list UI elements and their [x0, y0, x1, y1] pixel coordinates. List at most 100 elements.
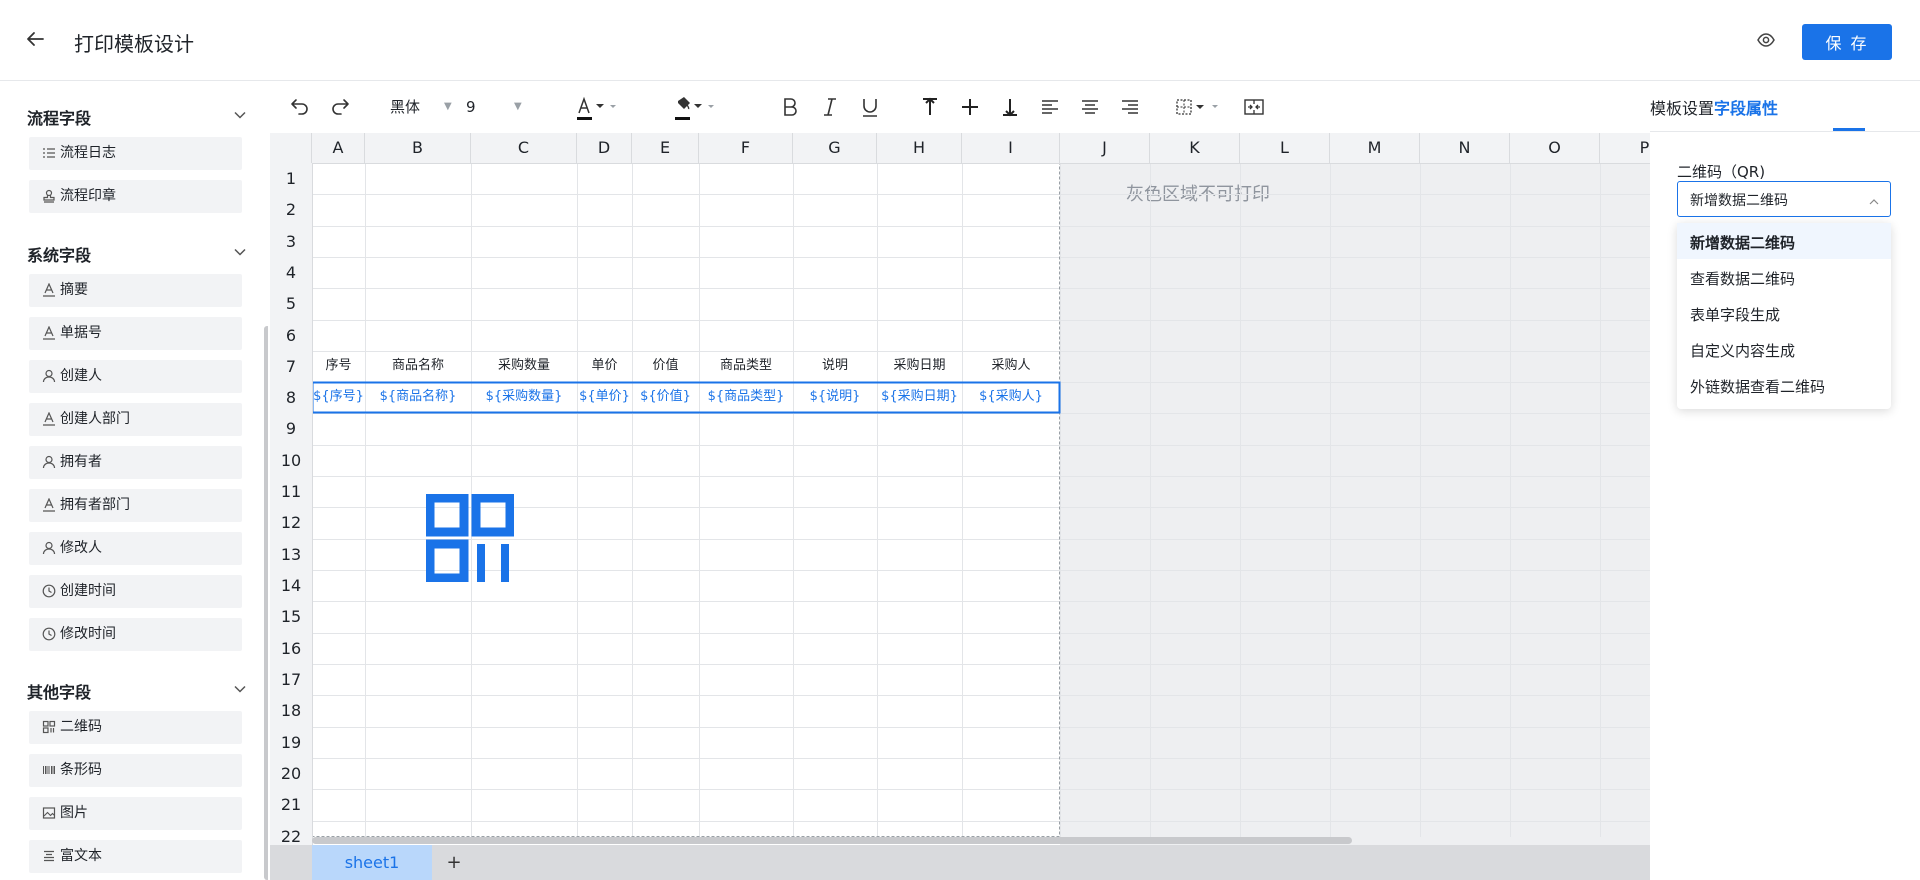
corner-cell[interactable]: [270, 133, 312, 163]
font-size-select[interactable]: 9 ▼: [466, 95, 536, 119]
row-header[interactable]: 9: [270, 413, 312, 445]
qrcode-icon[interactable]: [425, 493, 515, 583]
dropdown-option-custom-content[interactable]: 自定义内容生成: [1677, 331, 1891, 367]
header-cell[interactable]: 价值: [632, 351, 699, 381]
spreadsheet[interactable]: 灰色区域不可打印 A B C D E F G H I J K L M N O P…: [270, 133, 1650, 845]
header-cell[interactable]: 序号: [312, 351, 365, 381]
row-header[interactable]: 2: [270, 194, 312, 226]
field-item-process-log[interactable]: 流程日志: [29, 137, 242, 170]
underline-icon[interactable]: [858, 95, 882, 119]
column-header-o[interactable]: O: [1510, 133, 1600, 163]
redo-icon[interactable]: [328, 95, 352, 119]
back-arrow-icon[interactable]: [24, 28, 50, 54]
row-header[interactable]: 16: [270, 633, 312, 664]
column-header-b[interactable]: B: [365, 133, 471, 163]
row-header[interactable]: 22: [270, 821, 312, 845]
dropdown-option-external-link-qr[interactable]: 外链数据查看二维码: [1677, 367, 1891, 403]
align-right-icon[interactable]: [1118, 95, 1142, 119]
row-header[interactable]: 8: [270, 382, 312, 413]
row-header[interactable]: 13: [270, 539, 312, 570]
row-header[interactable]: 11: [270, 476, 312, 507]
variable-cell[interactable]: ${采购数量}: [471, 382, 577, 412]
variable-cell[interactable]: ${采购人}: [962, 382, 1060, 412]
field-item-creator[interactable]: 创建人: [29, 360, 242, 393]
field-item-doc-number[interactable]: 单据号: [29, 317, 242, 350]
field-item-summary[interactable]: 摘要: [29, 274, 242, 307]
field-item-owner[interactable]: 拥有者: [29, 446, 242, 479]
tab-field-properties[interactable]: 字段属性: [1714, 95, 1778, 119]
header-cell[interactable]: 商品类型: [699, 351, 793, 381]
row-header[interactable]: 20: [270, 758, 312, 789]
sidebar-scrollbar[interactable]: [264, 326, 268, 880]
field-item-modifier[interactable]: 修改人: [29, 532, 242, 565]
horizontal-scrollbar[interactable]: [312, 837, 1352, 844]
column-header-f[interactable]: F: [699, 133, 793, 163]
group-header-other-fields[interactable]: 其他字段: [27, 679, 247, 703]
merge-cells-icon[interactable]: [1242, 95, 1266, 119]
chevron-down-icon[interactable]: [233, 681, 247, 695]
field-item-qrcode[interactable]: 二维码: [29, 711, 242, 744]
column-header-m[interactable]: M: [1330, 133, 1420, 163]
header-cell[interactable]: 单价: [577, 351, 632, 381]
column-header-j[interactable]: J: [1060, 133, 1150, 163]
variable-cell[interactable]: ${说明}: [793, 382, 877, 412]
dropdown-option-new-data-qr[interactable]: 新增数据二维码: [1677, 223, 1891, 259]
qr-type-select[interactable]: 新增数据二维码: [1677, 181, 1891, 217]
row-header[interactable]: 15: [270, 601, 312, 633]
variable-cell[interactable]: ${采购日期}: [877, 382, 962, 412]
align-bottom-icon[interactable]: [998, 95, 1022, 119]
row-header[interactable]: 10: [270, 445, 312, 476]
row-header[interactable]: 3: [270, 226, 312, 257]
italic-icon[interactable]: [818, 95, 842, 119]
header-cell[interactable]: 采购日期: [877, 351, 962, 381]
add-sheet-button[interactable]: +: [442, 845, 466, 880]
field-item-process-stamp[interactable]: 流程印章: [29, 180, 242, 213]
chevron-down-icon[interactable]: [233, 244, 247, 258]
row-header[interactable]: 7: [270, 351, 312, 382]
column-header-p[interactable]: P: [1600, 133, 1650, 163]
field-item-richtext[interactable]: 富文本: [29, 840, 242, 873]
dropdown-option-form-field[interactable]: 表单字段生成: [1677, 295, 1891, 331]
variable-cell[interactable]: ${商品名称}: [365, 382, 471, 412]
column-header-a[interactable]: A: [312, 133, 365, 163]
column-header-c[interactable]: C: [471, 133, 577, 163]
row-header[interactable]: 12: [270, 507, 312, 539]
variable-cell[interactable]: ${单价}: [577, 382, 632, 412]
font-color-icon[interactable]: [574, 95, 622, 120]
header-cell[interactable]: 采购数量: [471, 351, 577, 381]
dropdown-option-view-data-qr[interactable]: 查看数据二维码: [1677, 259, 1891, 295]
group-header-system-fields[interactable]: 系统字段: [27, 242, 247, 266]
header-cell[interactable]: 说明: [793, 351, 877, 381]
row-header[interactable]: 19: [270, 727, 312, 758]
header-cell[interactable]: 商品名称: [365, 351, 471, 381]
save-button[interactable]: 保 存: [1802, 24, 1892, 60]
align-top-icon[interactable]: [918, 95, 942, 119]
row-header[interactable]: 1: [270, 163, 312, 194]
align-center-icon[interactable]: [1078, 95, 1102, 119]
font-family-select[interactable]: 黑体 ▼: [390, 95, 460, 119]
field-item-image[interactable]: 图片: [29, 797, 242, 830]
variable-cell[interactable]: ${商品类型}: [699, 382, 793, 412]
field-item-creator-dept[interactable]: 创建人部门: [29, 403, 242, 436]
field-item-create-time[interactable]: 创建时间: [29, 575, 242, 608]
field-item-barcode[interactable]: 条形码: [29, 754, 242, 787]
chevron-down-icon[interactable]: [233, 107, 247, 121]
fill-color-icon[interactable]: [672, 95, 720, 120]
header-cell[interactable]: 采购人: [962, 351, 1060, 381]
row-header[interactable]: 14: [270, 570, 312, 601]
group-header-process-fields[interactable]: 流程字段: [27, 105, 247, 129]
border-icon[interactable]: [1174, 95, 1230, 119]
row-header[interactable]: 4: [270, 257, 312, 288]
align-left-icon[interactable]: [1038, 95, 1062, 119]
tab-template-settings[interactable]: 模板设置: [1650, 95, 1714, 119]
column-header-i[interactable]: I: [962, 133, 1060, 163]
row-header[interactable]: 17: [270, 664, 312, 695]
row-header[interactable]: 5: [270, 288, 312, 320]
field-item-modify-time[interactable]: 修改时间: [29, 618, 242, 651]
column-header-g[interactable]: G: [793, 133, 877, 163]
row-header[interactable]: 6: [270, 320, 312, 351]
column-header-k[interactable]: K: [1150, 133, 1240, 163]
align-middle-icon[interactable]: [958, 95, 982, 119]
column-header-l[interactable]: L: [1240, 133, 1330, 163]
sheet-tab-sheet1[interactable]: sheet1: [312, 845, 432, 880]
